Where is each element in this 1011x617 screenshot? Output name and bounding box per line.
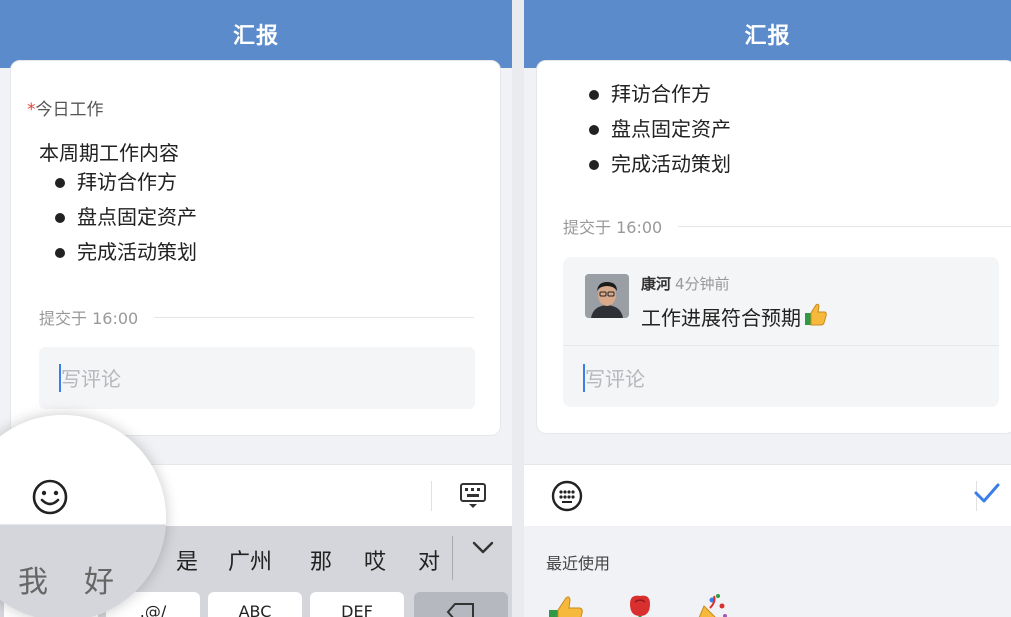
- comment-placeholder: 写评论: [61, 367, 121, 391]
- toolbar-divider: [431, 481, 432, 511]
- list-item: 拜访合作方: [585, 77, 731, 112]
- candidate-word[interactable]: 那: [310, 544, 332, 576]
- comment-divider: [563, 345, 999, 346]
- input-toolbar: [524, 464, 1011, 526]
- checkmark-icon[interactable]: [973, 481, 1001, 511]
- comment-input[interactable]: 写评论: [585, 363, 645, 392]
- candidate-word[interactable]: 广州: [228, 544, 272, 576]
- page-title: 汇报: [0, 0, 512, 68]
- divider-line: [678, 225, 1011, 227]
- field-label-text: 今日工作: [35, 100, 104, 120]
- candidate-divider: [452, 536, 453, 580]
- thumbs-up-icon: [803, 301, 829, 332]
- magnifier-overlay: 我 好: [0, 415, 166, 617]
- report-card: *今日工作 本周期工作内容 拜访合作方 盘点固定资产 完成活动策划 提交于 16…: [10, 60, 501, 436]
- list-item: 完成活动策划: [51, 235, 197, 270]
- comment-input[interactable]: 写评论: [39, 347, 475, 409]
- key-abc[interactable]: ABC: [208, 592, 302, 617]
- comment-author: 康河: [641, 275, 672, 293]
- submit-time-row: 提交于 16:00: [563, 214, 1011, 238]
- candidate-word[interactable]: 是: [176, 544, 198, 576]
- right-screen: 汇报 拜访合作方 盘点固定资产 完成活动策划 提交于 16:00 康河 4分钟前…: [524, 0, 1011, 617]
- list-item: 拜访合作方: [51, 165, 197, 200]
- keyboard-toggle-icon[interactable]: [458, 481, 488, 513]
- comment-time: 4分钟前: [675, 275, 730, 293]
- candidate-word-magnified[interactable]: 好: [84, 557, 114, 601]
- thumbs-up-icon[interactable]: [546, 592, 586, 617]
- candidate-word-magnified[interactable]: 我: [18, 557, 48, 601]
- list-item: 盘点固定资产: [585, 112, 731, 147]
- comment-meta: 康河 4分钟前: [641, 273, 730, 294]
- report-card: 拜访合作方 盘点固定资产 完成活动策划 提交于 16:00 康河 4分钟前 工作…: [536, 60, 1011, 434]
- page-title: 汇报: [524, 0, 1011, 68]
- delete-key-icon[interactable]: [414, 592, 508, 617]
- candidate-word[interactable]: 哎: [364, 544, 386, 576]
- required-mark: *: [27, 100, 36, 120]
- party-popper-icon[interactable]: [690, 592, 730, 617]
- comment-thread: 康河 4分钟前 工作进展符合预期 写评论: [563, 257, 999, 407]
- emoji-panel: 最近使用: [524, 526, 1011, 617]
- comment-text-row: 工作进展符合预期: [641, 301, 829, 332]
- work-intro: 本周期工作内容: [39, 141, 179, 165]
- divider-line: [154, 316, 474, 318]
- avatar[interactable]: [585, 274, 629, 318]
- smiley-icon[interactable]: [30, 477, 70, 521]
- work-list: 拜访合作方 盘点固定资产 完成活动策划: [51, 165, 197, 270]
- submit-time: 提交于 16:00: [39, 309, 139, 328]
- recent-label: 最近使用: [546, 554, 611, 573]
- list-item: 盘点固定资产: [51, 200, 197, 235]
- list-item: 完成活动策划: [585, 147, 731, 182]
- left-screen: 汇报 *今日工作 本周期工作内容 拜访合作方 盘点固定资产 完成活动策划 提交于…: [0, 0, 512, 617]
- chevron-down-icon[interactable]: [470, 538, 496, 564]
- keyboard-grid-icon[interactable]: [550, 479, 584, 517]
- submit-time: 提交于 16:00: [563, 218, 663, 237]
- submit-time-row: 提交于 16:00: [39, 305, 474, 329]
- work-list: 拜访合作方 盘点固定资产 完成活动策划: [585, 77, 731, 182]
- key-def[interactable]: DEF: [310, 592, 404, 617]
- rose-icon[interactable]: [622, 592, 658, 617]
- candidate-word[interactable]: 对: [418, 544, 440, 576]
- comment-text: 工作进展符合预期: [641, 306, 801, 330]
- field-label-today-work: *今日工作: [27, 95, 104, 120]
